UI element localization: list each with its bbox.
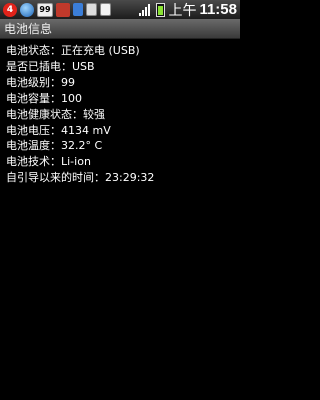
info-value: 较强 [83,107,105,121]
info-row: 电池状态：正在充电 (USB) [6,43,236,59]
info-value: 100 [61,91,82,105]
info-row: 电池健康状态：较强 [6,107,236,123]
info-label: 自引导以来的时间： [6,171,105,185]
status-bar[interactable]: 4 99 上午 11:58 [0,0,240,19]
info-value: 99 [61,75,75,89]
info-value: 4134 mV [61,123,111,137]
info-label: 电池电压： [6,123,61,137]
document-icon [100,3,111,16]
app-99-icon: 99 [37,2,53,17]
info-row: 是否已插电：USB [6,59,236,75]
info-value: 32.2° C [61,139,103,153]
info-label: 电池健康状态： [6,107,83,121]
info-row: 电池电压：4134 mV [6,123,236,139]
title-bar: 电池信息 [0,19,240,39]
info-row: 电池容量：100 [6,91,236,107]
battery-info-list: 电池状态：正在充电 (USB) 是否已插电：USB 电池级别：99 电池容量：100 电… [6,43,236,186]
info-value: 正在充电 (USB) [61,44,140,57]
info-label: 电池级别： [6,75,61,89]
signal-icon [139,3,153,16]
notification-icons: 4 99 [0,2,111,17]
page-title: 电池信息 [4,22,53,36]
info-row: 自引导以来的时间：23:29:32 [6,170,236,186]
clock: 11:58 [199,1,237,18]
notification-badge-icon: 4 [3,2,17,17]
phone-icon [73,3,83,16]
info-value: 23:29:32 [105,171,155,185]
info-value: USB [72,59,95,73]
info-label: 电池状态： [6,44,61,57]
info-row: 电池技术：Li-ion [6,154,236,170]
red-app-icon [56,2,70,17]
info-value: Li-ion [61,155,91,169]
sdcard-icon [86,3,97,16]
battery-icon [156,2,166,17]
info-label: 是否已插电： [6,59,72,73]
ampm-label: 上午 [168,2,197,19]
globe-icon [20,2,34,17]
info-label: 电池技术： [6,155,61,169]
info-label: 电池温度： [6,139,61,153]
info-row: 电池级别：99 [6,75,236,91]
info-label: 电池容量： [6,91,61,105]
info-row: 电池温度：32.2° C [6,138,236,154]
